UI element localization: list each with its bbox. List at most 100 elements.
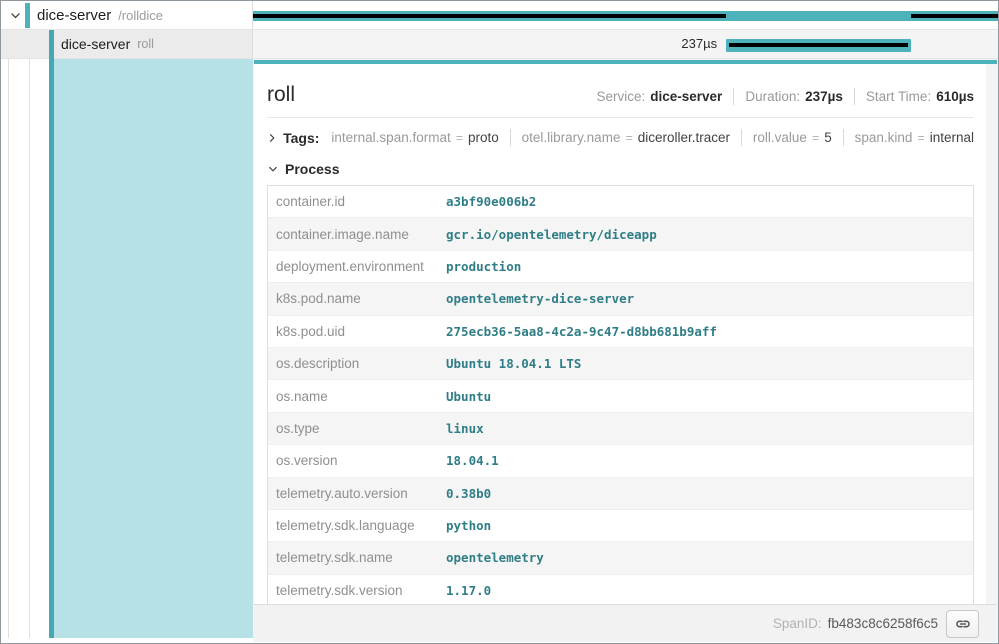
timeline-cell-rolldice[interactable] [253, 1, 998, 29]
detail-header: roll Service: dice-server Duration: 237µ… [267, 77, 974, 118]
span-row-roll[interactable]: dice-server roll 237µs [1, 30, 998, 59]
jaeger-trace-detail-view: dice-server /rolldice dice-server roll 2… [0, 0, 999, 644]
tag-key: span.kind [855, 130, 913, 145]
process-key: telemetry.auto.version [268, 486, 446, 501]
process-key: k8s.pod.uid [268, 324, 446, 339]
process-value: 1.17.0 [446, 583, 491, 598]
duration-value: 237µs [805, 89, 843, 104]
table-row: os.typelinux [268, 413, 973, 445]
process-value: production [446, 259, 521, 274]
process-value: opentelemetry [446, 550, 544, 565]
span-detail-panel: roll Service: dice-server Duration: 237µ… [253, 59, 998, 641]
operation-name: roll [137, 37, 154, 51]
span-duration-label: 237µs [681, 36, 717, 51]
process-label: Process [285, 161, 339, 177]
process-key-value-table: container.ida3bf90e006b2 container.image… [267, 185, 974, 608]
table-row: telemetry.sdk.nameopentelemetry [268, 542, 973, 574]
table-row: k8s.pod.nameopentelemetry-dice-server [268, 283, 973, 315]
span-name-cell-roll[interactable]: dice-server roll [1, 30, 253, 58]
equals-sign: = [625, 131, 632, 145]
divider [741, 129, 742, 146]
tree-indent-guide [8, 59, 9, 638]
divider [854, 88, 855, 105]
tags-label: Tags: [283, 130, 319, 146]
span-color-indicator [25, 3, 30, 28]
tag-key: otel.library.name [522, 130, 621, 145]
process-value: Ubuntu 18.04.1 LTS [446, 356, 581, 371]
process-value: opentelemetry-dice-server [446, 291, 634, 306]
divider [510, 129, 511, 146]
operation-name: /rolldice [118, 8, 163, 23]
detail-footer: SpanID: fb483c8c6258f6c5 [254, 604, 997, 642]
table-row: os.nameUbuntu [268, 380, 973, 412]
span-color-indicator [49, 30, 54, 59]
equals-sign: = [917, 131, 924, 145]
service-value: dice-server [650, 89, 722, 104]
timeline-cell-roll[interactable]: 237µs [253, 30, 998, 58]
link-icon [955, 616, 971, 632]
tag-value: diceroller.tracer [638, 130, 730, 145]
chevron-right-icon[interactable] [267, 132, 277, 144]
service-name: dice-server [37, 7, 111, 24]
detail-right-gutter [985, 64, 997, 604]
table-row: container.image.namegcr.io/opentelemetry… [268, 218, 973, 250]
tag-item: internal.span.format = proto [331, 130, 498, 145]
selected-span-highlight-area [54, 59, 253, 638]
tag-key: internal.span.format [331, 130, 450, 145]
table-row: os.descriptionUbuntu 18.04.1 LTS [268, 348, 973, 380]
span-title: roll [267, 83, 295, 107]
table-row: telemetry.sdk.version1.17.0 [268, 575, 973, 607]
service-label: Service: [596, 89, 645, 104]
span-bar-self-segment [253, 14, 726, 18]
process-value: a3bf90e006b2 [446, 194, 536, 209]
tag-item: span.kind = internal [855, 130, 974, 145]
process-value: 275ecb36-5aa8-4c2a-9c47-d8bb681b9aff [446, 324, 717, 339]
process-key: telemetry.sdk.version [268, 583, 446, 598]
tree-indent-guide [29, 59, 30, 638]
process-value: Ubuntu [446, 389, 491, 404]
process-key: os.type [268, 421, 446, 436]
table-row: telemetry.auto.version0.38b0 [268, 478, 973, 510]
divider [843, 129, 844, 146]
process-value: gcr.io/opentelemetry/diceapp [446, 227, 657, 242]
process-value: 18.04.1 [446, 453, 499, 468]
tags-section-header[interactable]: Tags: internal.span.format = proto otel.… [267, 118, 974, 155]
tag-key: roll.value [753, 130, 807, 145]
span-row-rolldice[interactable]: dice-server /rolldice [1, 1, 998, 30]
start-time-label: Start Time: [866, 89, 931, 104]
spanid-value: fb483c8c6258f6c5 [828, 616, 938, 631]
service-name: dice-server [61, 36, 130, 52]
span-name-cell-rolldice[interactable]: dice-server /rolldice [1, 1, 253, 29]
process-key: k8s.pod.name [268, 291, 446, 306]
table-row: telemetry.sdk.languagepython [268, 510, 973, 542]
table-row: container.ida3bf90e006b2 [268, 186, 973, 218]
tag-item: roll.value = 5 [753, 130, 832, 145]
chevron-down-icon[interactable] [267, 163, 279, 175]
tag-value: proto [468, 130, 499, 145]
process-key: os.name [268, 389, 446, 404]
start-time-value: 610µs [936, 89, 974, 104]
process-key: deployment.environment [268, 259, 446, 274]
process-section-header[interactable]: Process [267, 155, 974, 185]
process-value: python [446, 518, 491, 533]
table-row: os.version18.04.1 [268, 445, 973, 477]
duration-label: Duration: [745, 89, 800, 104]
tag-value: 5 [824, 130, 832, 145]
spanid-label: SpanID: [773, 616, 822, 631]
process-value: linux [446, 421, 484, 436]
process-key: telemetry.sdk.name [268, 550, 446, 565]
span-stats: Service: dice-server Duration: 237µs Sta… [596, 88, 974, 105]
tag-item: otel.library.name = diceroller.tracer [522, 130, 730, 145]
chevron-down-icon[interactable] [9, 9, 21, 21]
tag-value: internal [930, 130, 974, 145]
equals-sign: = [812, 131, 819, 145]
table-row: deployment.environmentproduction [268, 251, 973, 283]
process-key: container.id [268, 194, 446, 209]
equals-sign: = [456, 131, 463, 145]
copy-link-button[interactable] [946, 610, 979, 638]
process-key: os.version [268, 453, 446, 468]
process-key: os.description [268, 356, 446, 371]
divider [733, 88, 734, 105]
table-row: k8s.pod.uid275ecb36-5aa8-4c2a-9c47-d8bb6… [268, 316, 973, 348]
process-key: telemetry.sdk.language [268, 518, 446, 533]
